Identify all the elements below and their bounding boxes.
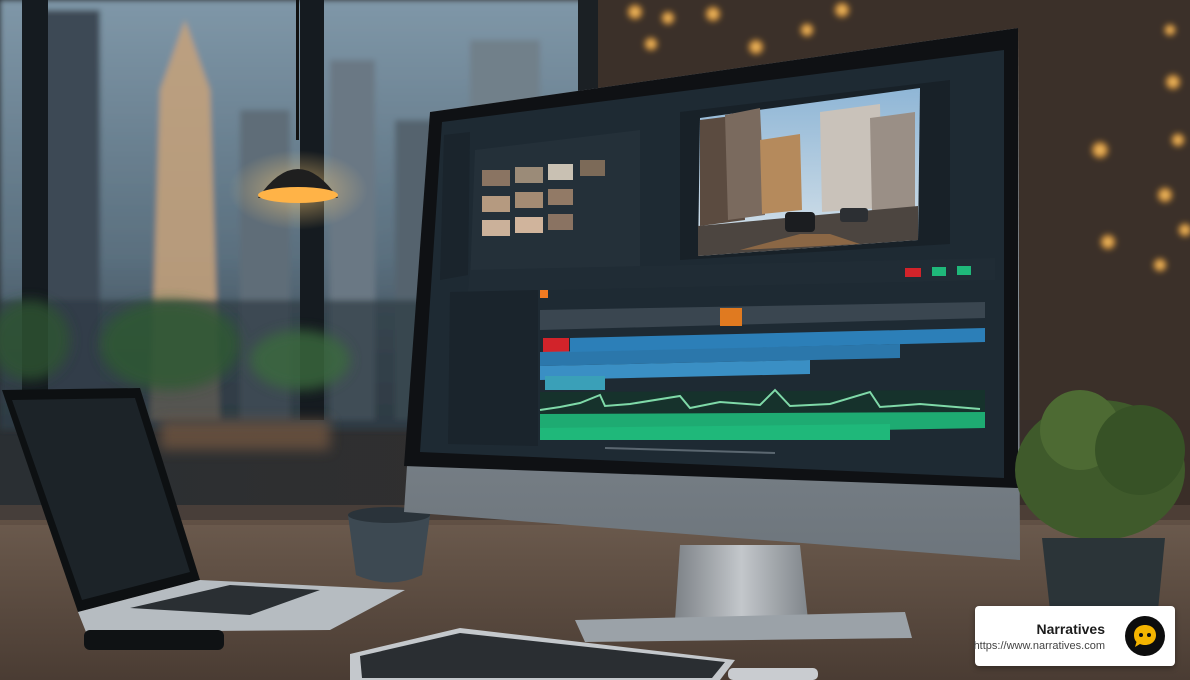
monitor	[404, 28, 1020, 560]
badge-url[interactable]: https://www.narratives.com	[974, 639, 1105, 653]
chat-bubble-icon	[1134, 625, 1156, 647]
workspace-photo	[0, 0, 1190, 680]
badge-title: Narratives	[1036, 621, 1106, 637]
mug	[348, 507, 430, 583]
narratives-badge[interactable]: Narratives https://www.narratives.com	[974, 606, 1175, 666]
narratives-logo	[1125, 616, 1165, 656]
